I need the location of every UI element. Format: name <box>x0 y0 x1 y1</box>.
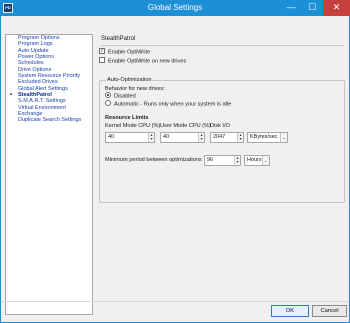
close-button[interactable]: ✕ <box>323 0 350 16</box>
enable-optiwrite-checkbox[interactable]: ✓ <box>99 48 105 54</box>
sidebar-item-label: Exchange <box>18 111 43 118</box>
min-period-label: Minimum period between optimizations <box>105 157 202 163</box>
min-period-unit-value: Hours <box>247 157 262 163</box>
disabled-radio-label: Disabled <box>114 93 136 100</box>
spin-arrows-icon[interactable]: ▲ ▼ <box>198 133 204 142</box>
settings-panel: StealthPatrol ✓ Enable OptiWrite Enable O… <box>96 34 348 315</box>
sidebar-item-label: Schedules <box>18 60 44 67</box>
disk-io-stepper[interactable]: 2047 ▲ ▼ <box>210 132 244 143</box>
enable-optiwrite-row[interactable]: ✓ Enable OptiWrite <box>99 48 151 56</box>
spin-arrows-icon[interactable]: ▲ ▼ <box>148 133 154 142</box>
maximize-button[interactable]: ☐ <box>302 0 322 16</box>
automatic-radio-label: Automatic - Runs only when your system i… <box>114 101 232 108</box>
sidebar-item-label: StealthPatrol <box>18 92 52 99</box>
minimize-button[interactable]: — <box>281 0 301 16</box>
user-cpu-label: User Mode CPU (%) <box>160 123 211 129</box>
sidebar-item-label: Global Alert Settings <box>18 85 68 92</box>
chevron-down-icon[interactable]: ⌄ <box>280 133 287 142</box>
disabled-radio[interactable] <box>105 92 111 98</box>
sidebar-item-label: Duplicate Search Settings <box>18 117 82 124</box>
kernel-cpu-stepper[interactable]: 40 ▲ ▼ <box>105 132 155 143</box>
automatic-radio-row[interactable]: Automatic - Runs only when your system i… <box>105 100 232 108</box>
sidebar-item-label: System Resource Priority <box>18 73 81 80</box>
min-period-unit-select[interactable]: Hours ⌄ <box>244 155 270 166</box>
auto-optimization-legend: Auto-Optimization <box>106 77 153 84</box>
footer-divider <box>1 301 349 302</box>
spin-arrows-icon[interactable]: ▲ ▼ <box>237 133 243 142</box>
sidebar-item-label: Auto Update <box>18 47 49 54</box>
title-bar: PD Global Settings — ☐ ✕ <box>0 0 350 16</box>
sidebar-item-label: Program Options <box>18 35 60 41</box>
behavior-label: Behavior for new drives: <box>105 86 166 92</box>
title-divider <box>101 45 344 46</box>
sidebar-item-label: Virtual Environment <box>18 104 66 111</box>
disk-io-label: Disk I/O <box>210 123 230 129</box>
user-cpu-value: 40 <box>163 134 170 140</box>
sidebar-item-label: S.M.A.R.T. Settings <box>18 98 66 105</box>
disk-io-unit-select[interactable]: KBytes/sec ⌄ <box>247 132 288 143</box>
automatic-radio[interactable] <box>105 100 111 106</box>
min-period-value: 96 <box>207 157 214 163</box>
disk-io-unit-value: KBytes/sec <box>250 134 278 140</box>
sidebar-item-label: Drive Options <box>18 66 52 73</box>
min-period-stepper[interactable]: 96 ▲ ▼ <box>204 155 241 166</box>
user-cpu-stepper[interactable]: 40 ▲ ▼ <box>160 132 205 143</box>
sidebar-item-duplicate-search-settings[interactable]: Duplicate Search Settings <box>6 117 92 123</box>
enable-optiwrite-new-checkbox[interactable] <box>99 57 105 63</box>
ok-button[interactable]: OK <box>271 305 309 317</box>
enable-optiwrite-label: Enable OptiWrite <box>108 49 151 56</box>
spin-arrows-icon[interactable]: ▲ ▼ <box>234 156 240 165</box>
auto-optimization-group: Auto-Optimization Behavior for new drive… <box>99 77 345 203</box>
cancel-button[interactable]: Cancel <box>312 305 347 317</box>
window-body: Program Options Program Logs Auto Update… <box>0 16 350 323</box>
resource-limits-heading: Resource Limits <box>105 115 149 121</box>
chevron-down-icon[interactable]: ⌄ <box>262 156 269 165</box>
disk-io-value: 2047 <box>213 134 226 140</box>
sidebar-item-label: Power Options <box>18 54 55 61</box>
kernel-cpu-label: Kernel Mode CPU (%) <box>105 123 161 129</box>
sidebar-item-label: Excluded Drives <box>18 79 58 86</box>
sidebar-item-label: Program Logs <box>18 41 53 48</box>
panel-title: StealthPatrol <box>101 36 136 42</box>
disabled-radio-row[interactable]: Disabled <box>105 92 136 100</box>
enable-optiwrite-new-label: Enable OptiWrite on new drives <box>108 58 187 65</box>
enable-optiwrite-new-row[interactable]: Enable OptiWrite on new drives <box>99 57 187 65</box>
settings-nav-list: Program Options Program Logs Auto Update… <box>5 34 93 315</box>
kernel-cpu-value: 40 <box>108 134 115 140</box>
